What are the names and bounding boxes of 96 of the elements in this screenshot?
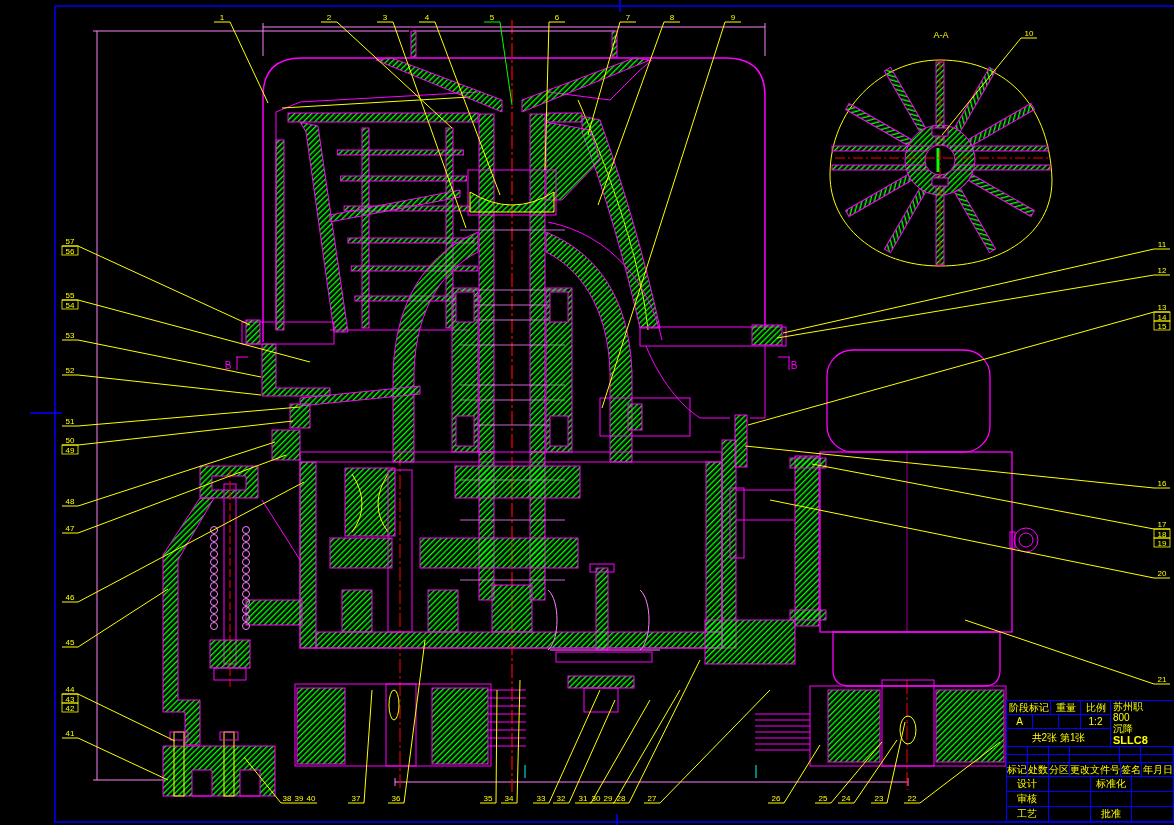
table-cell: 阶段标记: [1007, 701, 1051, 715]
part-number: 7: [625, 13, 631, 22]
part-number: 5: [489, 13, 495, 22]
part-number: 47: [65, 524, 75, 533]
part-number: 20: [1157, 569, 1167, 578]
table-cell: 重量: [1051, 701, 1081, 715]
part-number: 30: [591, 794, 601, 803]
part-number: 36: [391, 794, 401, 803]
part-number: 23: [874, 794, 884, 803]
part-number: 35: [483, 794, 493, 803]
part-number: 53: [65, 331, 75, 340]
table-cell: A: [1007, 715, 1033, 729]
part-number: 48: [65, 497, 75, 506]
organization-name: 苏州职: [1112, 701, 1144, 713]
drawing-number: SLLC8: [1112, 735, 1149, 746]
part-number: 12: [1157, 266, 1167, 275]
part-number: 49: [61, 444, 79, 455]
part-number: 22: [907, 794, 917, 803]
part-number: 40: [306, 794, 316, 803]
part-number: 45: [65, 638, 75, 647]
table-cell: 分区: [1049, 763, 1070, 777]
part-number: 32: [556, 794, 566, 803]
section-arrow-icon: [235, 356, 249, 371]
table-cell: 工艺: [1007, 807, 1049, 822]
table-cell: 审核: [1007, 792, 1049, 807]
table-cell: 批准: [1090, 807, 1133, 822]
part-number: 55: [65, 291, 75, 300]
table-cell: 更改文件号: [1070, 763, 1121, 777]
part-number: 21: [1157, 675, 1167, 684]
part-number: 16: [1157, 479, 1167, 488]
empty-cell: [1048, 777, 1091, 792]
part-number: 50: [65, 436, 75, 445]
part-number: 41: [65, 729, 75, 738]
table-cell: 签名: [1121, 763, 1142, 777]
part-number: 27: [647, 794, 657, 803]
table-cell: 标准化: [1090, 777, 1133, 792]
part-number: 15: [1153, 320, 1171, 331]
part-number: 42: [61, 702, 79, 713]
empty-cell: [1090, 792, 1133, 807]
table-cell: 标记: [1007, 763, 1028, 777]
table-cell: 处数: [1028, 763, 1049, 777]
part-number: 56: [61, 245, 79, 256]
part-number: 31: [578, 794, 588, 803]
empty-cell: [1033, 715, 1059, 729]
part-number: 25: [818, 794, 828, 803]
section-arrow-icon: [777, 356, 791, 371]
part-number: 11: [1157, 240, 1167, 249]
table-cell: 设计: [1007, 777, 1049, 792]
table-cell: 共2张 第1张: [1007, 729, 1111, 747]
coupling-drawing: [567, 675, 635, 713]
part-number: 46: [65, 593, 75, 602]
part-number: 29: [603, 794, 613, 803]
table-cell: 1:2: [1081, 715, 1111, 729]
section-label: B: [224, 360, 232, 371]
bearing-block-drawing: [427, 589, 459, 633]
part-number: 37: [351, 794, 361, 803]
drawing-title: 800: [1112, 713, 1131, 724]
part-number: 39: [294, 794, 304, 803]
table-cell: 年月日: [1142, 763, 1174, 777]
empty-cell: [1048, 792, 1091, 807]
drawing-title: 沉降: [1112, 724, 1134, 735]
part-number: 9: [730, 13, 736, 22]
part-number: 13: [1157, 303, 1167, 312]
part-number: 6: [554, 13, 560, 22]
part-number: 28: [616, 794, 626, 803]
part-number: 44: [65, 685, 75, 694]
part-number: 52: [65, 366, 75, 375]
part-number: 4: [424, 13, 430, 22]
part-number: 18: [1153, 528, 1171, 539]
part-number: 57: [65, 237, 75, 246]
part-number: 38: [282, 794, 292, 803]
part-number: 10: [1024, 29, 1034, 38]
section-title: A-A: [933, 30, 949, 40]
part-number: 1: [219, 13, 225, 22]
empty-cell: [1132, 792, 1174, 807]
part-number: 33: [536, 794, 546, 803]
part-number: 17: [1157, 520, 1167, 529]
part-number: 8: [669, 13, 675, 22]
part-number: 26: [771, 794, 781, 803]
section-label: B: [790, 360, 798, 371]
part-number: 3: [382, 13, 388, 22]
empty-cell: [1059, 715, 1081, 729]
part-number: 14: [1153, 311, 1171, 322]
part-number: 2: [326, 13, 332, 22]
part-number: 43: [61, 693, 79, 704]
part-number: 51: [65, 417, 75, 426]
empty-cell: [1132, 807, 1174, 822]
table-cell: 比例: [1081, 701, 1111, 715]
part-number: 24: [841, 794, 851, 803]
part-number: 19: [1153, 537, 1171, 548]
empty-cell: [1132, 777, 1174, 792]
part-number: 34: [504, 794, 514, 803]
empty-cell: [1048, 807, 1091, 822]
bearing-block-drawing: [491, 584, 533, 633]
bearing-block-drawing: [341, 589, 373, 633]
part-number: 54: [61, 299, 79, 310]
